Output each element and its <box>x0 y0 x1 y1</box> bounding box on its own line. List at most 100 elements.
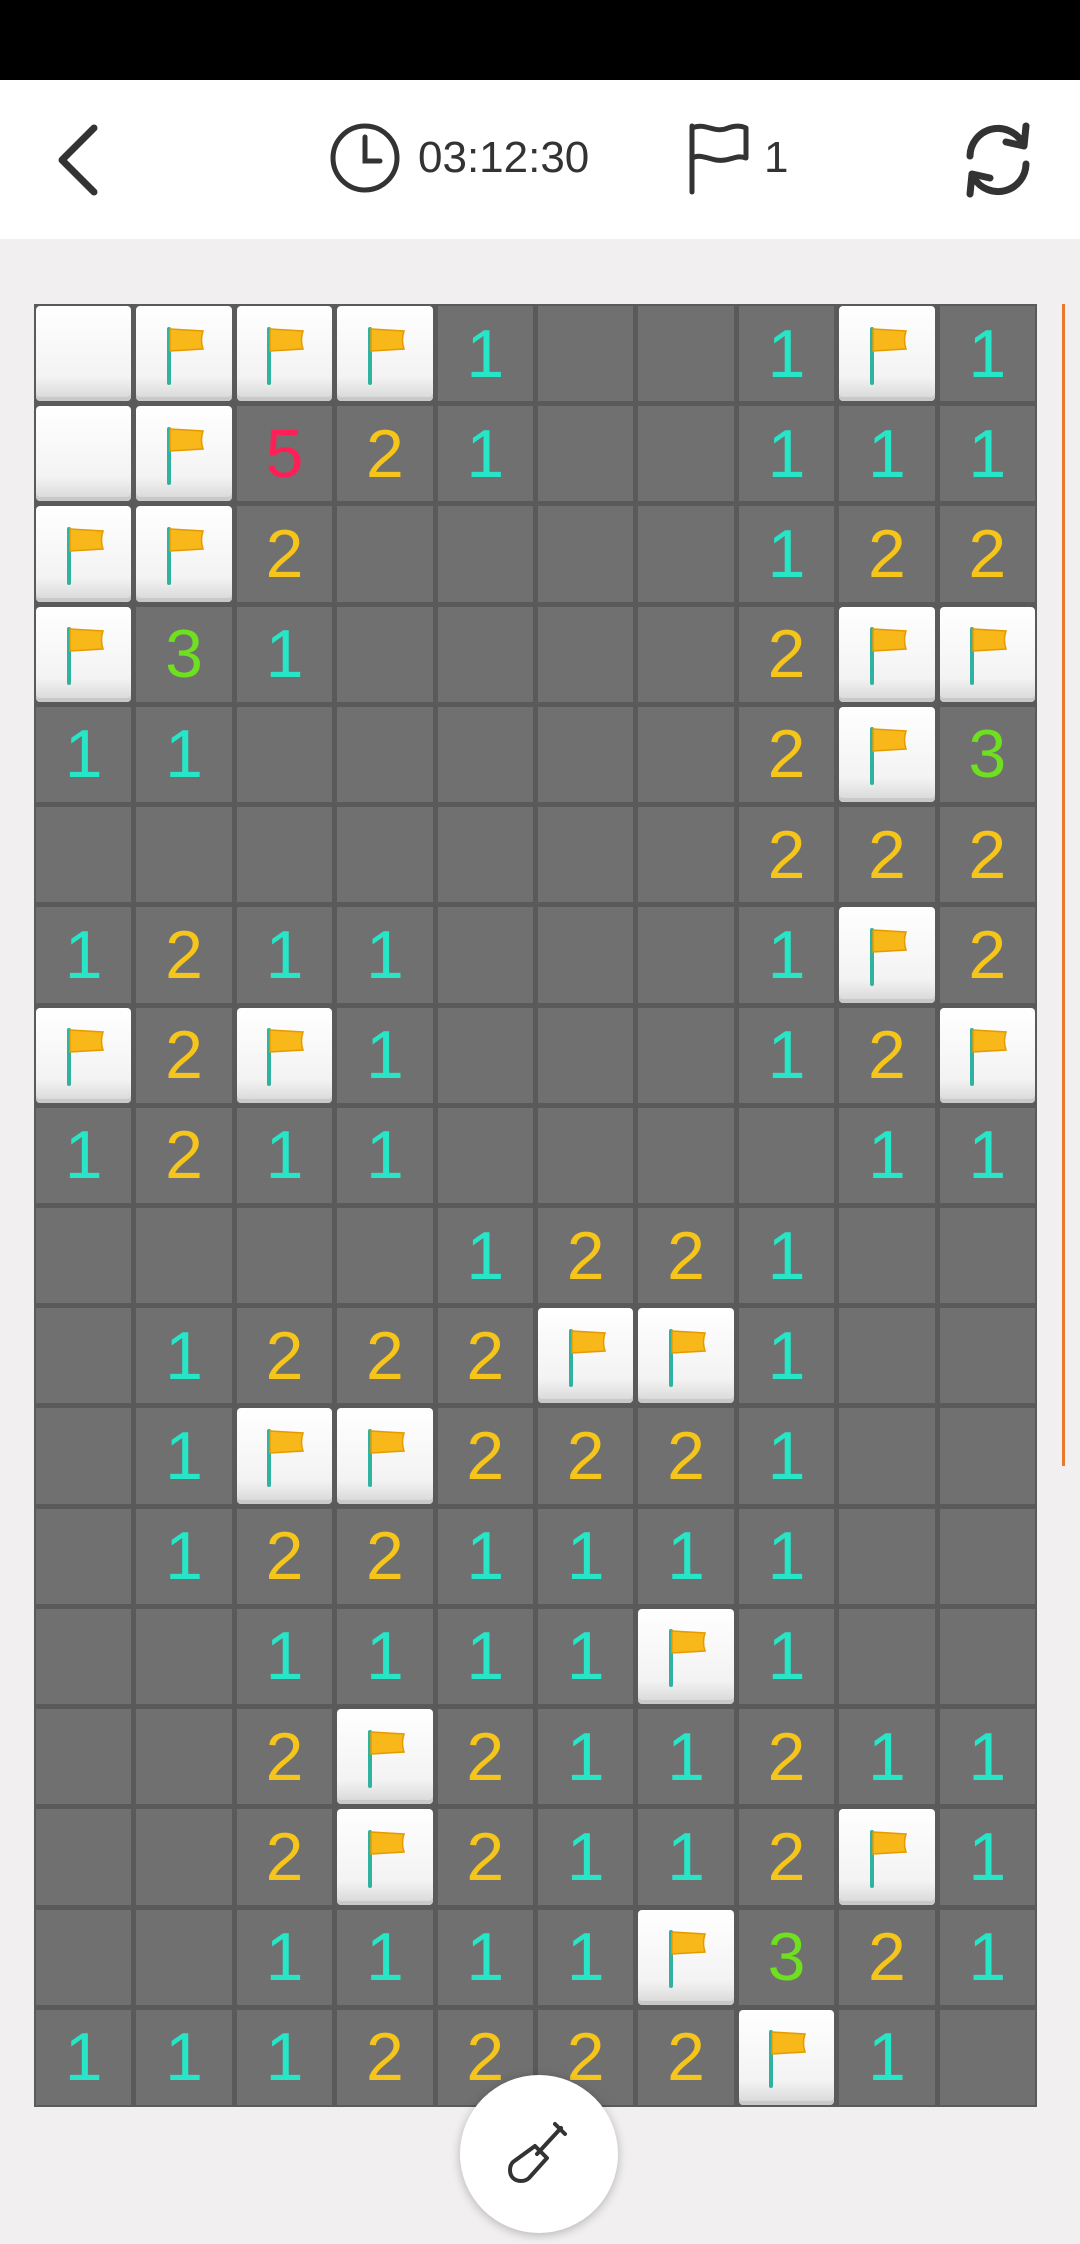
tile-empty[interactable] <box>437 706 533 803</box>
tile-number[interactable]: 1 <box>738 1007 835 1103</box>
tile-empty[interactable] <box>136 1909 232 2005</box>
tile-number[interactable]: 5 <box>236 406 333 502</box>
tile-empty[interactable] <box>36 1508 132 1604</box>
tile-empty[interactable] <box>36 1709 132 1805</box>
tile-number[interactable]: 2 <box>839 807 935 903</box>
tile-empty[interactable] <box>36 1608 132 1705</box>
tile-empty[interactable] <box>236 807 333 903</box>
tile-empty[interactable] <box>136 1207 232 1304</box>
back-button[interactable] <box>40 110 120 210</box>
tile-number[interactable]: 2 <box>738 706 835 803</box>
tile-number[interactable]: 1 <box>437 406 533 502</box>
tile-empty[interactable] <box>337 1207 433 1304</box>
tile-number[interactable]: 1 <box>638 1508 734 1604</box>
tile-number[interactable]: 2 <box>638 1207 734 1304</box>
tile-flagged[interactable] <box>738 2009 835 2105</box>
tile-number[interactable]: 1 <box>738 1408 835 1504</box>
tile-number[interactable]: 1 <box>337 907 433 1003</box>
tile-empty[interactable] <box>538 306 634 402</box>
tile-empty[interactable] <box>538 807 634 903</box>
tile-number[interactable]: 1 <box>236 606 333 702</box>
tile-number[interactable]: 1 <box>437 306 533 402</box>
tile-number[interactable]: 2 <box>136 1107 232 1203</box>
tile-empty[interactable] <box>337 506 433 602</box>
tile-empty[interactable] <box>839 1207 935 1304</box>
tile-number[interactable]: 1 <box>738 1608 835 1705</box>
restart-button[interactable] <box>950 112 1046 208</box>
tile-empty[interactable] <box>538 406 634 502</box>
tile-number[interactable]: 1 <box>136 706 232 803</box>
tile-empty[interactable] <box>36 1909 132 2005</box>
tile-number[interactable]: 1 <box>839 2009 935 2105</box>
tile-flagged[interactable] <box>638 1608 734 1705</box>
tile-flagged[interactable] <box>236 1007 333 1103</box>
tile-flagged[interactable] <box>36 606 132 702</box>
tile-number[interactable]: 2 <box>839 506 935 602</box>
tile-number[interactable]: 2 <box>939 807 1035 903</box>
tile-number[interactable]: 1 <box>236 1107 333 1203</box>
dig-mode-button[interactable] <box>460 2075 618 2233</box>
tile-empty[interactable] <box>36 1809 132 1905</box>
tile-number[interactable]: 1 <box>738 1207 835 1304</box>
tile-empty[interactable] <box>36 1207 132 1304</box>
tile-empty[interactable] <box>36 807 132 903</box>
tile-empty[interactable] <box>538 506 634 602</box>
tile-flagged[interactable] <box>136 506 232 602</box>
tile-empty[interactable] <box>638 306 734 402</box>
tile-number[interactable]: 2 <box>738 1709 835 1805</box>
tile-empty[interactable] <box>839 1608 935 1705</box>
tile-number[interactable]: 1 <box>236 1608 333 1705</box>
tile-number[interactable]: 1 <box>839 406 935 502</box>
tile-number[interactable]: 2 <box>738 807 835 903</box>
tile-flagged[interactable] <box>337 306 433 402</box>
tile-empty[interactable] <box>437 807 533 903</box>
tile-empty[interactable] <box>939 1508 1035 1604</box>
scroll-indicator[interactable] <box>1062 304 1065 1466</box>
tile-empty[interactable] <box>538 1007 634 1103</box>
tile-flagged[interactable] <box>337 1709 433 1805</box>
tile-number[interactable]: 2 <box>538 1207 634 1304</box>
tile-number[interactable]: 1 <box>437 1608 533 1705</box>
tile-number[interactable]: 2 <box>337 406 433 502</box>
tile-number[interactable]: 2 <box>337 1308 433 1404</box>
tile-empty[interactable] <box>36 1408 132 1504</box>
tile-number[interactable]: 1 <box>437 1207 533 1304</box>
tile-flagged[interactable] <box>638 1909 734 2005</box>
tile-empty[interactable] <box>638 807 734 903</box>
tile-number[interactable]: 2 <box>738 606 835 702</box>
tile-empty[interactable] <box>136 1608 232 1705</box>
tile-empty[interactable] <box>538 1107 634 1203</box>
tile-number[interactable]: 2 <box>738 1809 835 1905</box>
tile-number[interactable]: 1 <box>738 506 835 602</box>
tile-number[interactable]: 2 <box>236 1809 333 1905</box>
tile-unrevealed[interactable] <box>36 406 132 502</box>
tile-number[interactable]: 2 <box>236 1508 333 1604</box>
tile-number[interactable]: 2 <box>437 1408 533 1504</box>
tile-empty[interactable] <box>437 1007 533 1103</box>
tile-empty[interactable] <box>437 1107 533 1203</box>
tile-number[interactable]: 1 <box>538 1809 634 1905</box>
tile-number[interactable]: 1 <box>738 406 835 502</box>
tile-number[interactable]: 3 <box>738 1909 835 2005</box>
tile-empty[interactable] <box>538 907 634 1003</box>
tile-flagged[interactable] <box>538 1308 634 1404</box>
tile-number[interactable]: 2 <box>337 1508 433 1604</box>
tile-number[interactable]: 2 <box>437 1308 533 1404</box>
tile-number[interactable]: 1 <box>638 1809 734 1905</box>
tile-empty[interactable] <box>738 1107 835 1203</box>
tile-number[interactable]: 2 <box>136 907 232 1003</box>
tile-number[interactable]: 2 <box>638 2009 734 2105</box>
tile-number[interactable]: 2 <box>236 1709 333 1805</box>
tile-number[interactable]: 2 <box>437 1809 533 1905</box>
tile-number[interactable]: 2 <box>839 1007 935 1103</box>
tile-number[interactable]: 1 <box>36 706 132 803</box>
tile-empty[interactable] <box>437 506 533 602</box>
tile-number[interactable]: 2 <box>638 1408 734 1504</box>
tile-number[interactable]: 3 <box>136 606 232 702</box>
tile-flagged[interactable] <box>638 1308 734 1404</box>
tile-empty[interactable] <box>337 606 433 702</box>
tile-empty[interactable] <box>136 807 232 903</box>
tile-number[interactable]: 1 <box>36 1107 132 1203</box>
tile-empty[interactable] <box>638 1007 734 1103</box>
tile-number[interactable]: 1 <box>538 1709 634 1805</box>
